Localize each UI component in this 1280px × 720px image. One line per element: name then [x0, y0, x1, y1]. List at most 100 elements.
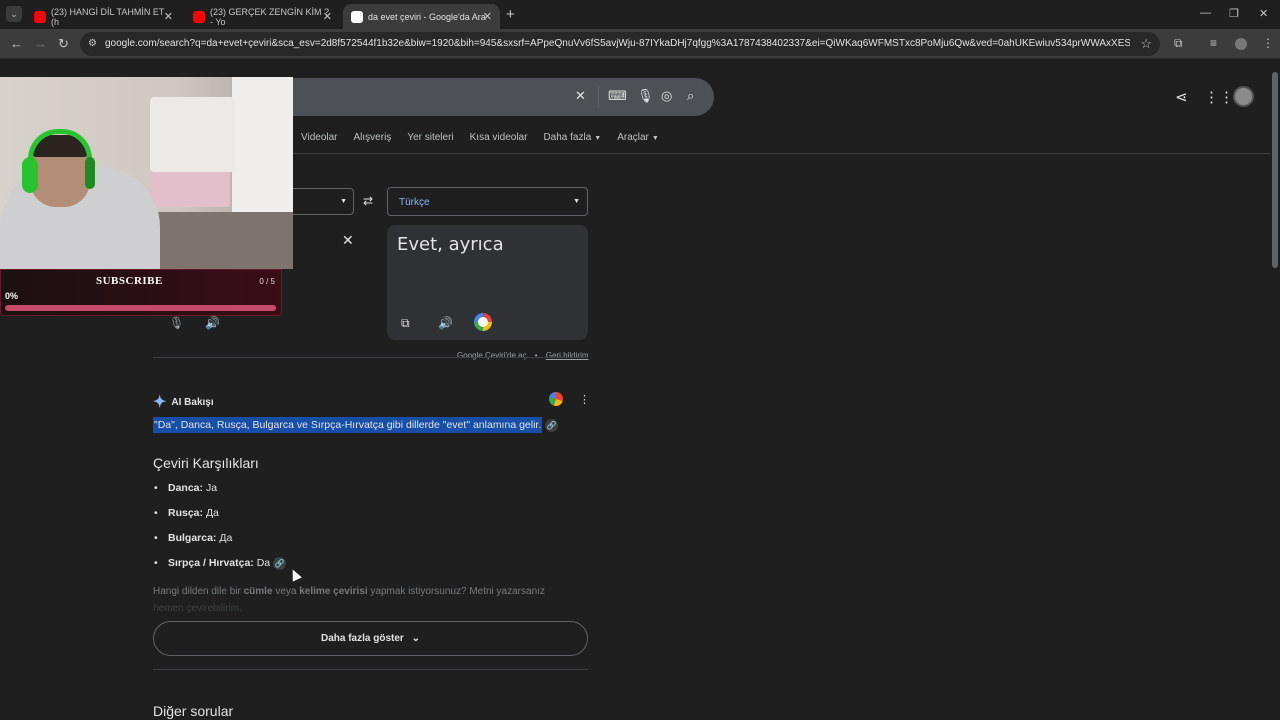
divider — [598, 86, 599, 108]
divider — [153, 669, 588, 670]
microphone-icon[interactable]: 🎙 — [637, 88, 654, 104]
list-item: Sırpça / Hırvatça: Da🔗 — [153, 557, 287, 582]
headset-icon — [22, 157, 38, 193]
subscribe-progress-bar — [5, 305, 276, 311]
filter-places[interactable]: Yer siteleri — [407, 132, 453, 143]
tab-youtube-2[interactable]: (23) GERÇEK ZENGİN KİM ? - Yo ✕ — [185, 4, 340, 29]
media-control-icon[interactable]: ≡ — [1210, 36, 1217, 50]
extensions-icon[interactable]: ⧉ — [1174, 36, 1183, 51]
close-window-icon[interactable]: ✕ — [1259, 7, 1268, 20]
bookmark-star-icon[interactable]: ☆ — [1140, 36, 1152, 52]
google-icon — [351, 10, 363, 23]
tab-youtube-1[interactable]: (23) HANGİ DİL TAHMİN ET (h ✕ — [26, 4, 181, 29]
faded-followup-text-2: hemen çevirebilirim. — [153, 603, 242, 614]
profile-avatar[interactable] — [1235, 38, 1247, 50]
google-icon[interactable] — [474, 313, 492, 331]
show-more-button[interactable]: Daha fazla göster ⌄ — [153, 621, 588, 656]
search-filters: Videolar Alışveriş Yer siteleri Kısa vid… — [301, 132, 659, 143]
url-text[interactable]: google.com/search?q=da+evet+çeviri&sca_e… — [105, 38, 1130, 49]
separator-dot: • — [534, 351, 538, 360]
keyboard-icon[interactable]: ⌨ — [608, 88, 627, 104]
filter-short-videos[interactable]: Kısa videolar — [470, 132, 528, 143]
account-avatar[interactable] — [1233, 86, 1254, 107]
new-tab-icon[interactable]: + — [506, 6, 515, 23]
translation-output: Evet, ayrıca ⧉ 🔊 — [387, 225, 588, 340]
address-toolbar: ← → ↻ ⚙ google.com/search?q=da+evet+çevi… — [0, 29, 1280, 59]
divider — [153, 357, 588, 358]
site-info-icon[interactable]: ⚙ — [88, 38, 97, 49]
target-language-select[interactable]: Türkçe ▼ — [387, 187, 588, 216]
speaker-icon[interactable]: 🔊 — [438, 316, 453, 330]
tab-google-search[interactable]: da evet çeviri - Google'da Ara ✕ — [343, 4, 500, 29]
tab-strip: ⌄ (23) HANGİ DİL TAHMİN ET (h ✕ (23) GER… — [0, 0, 1280, 29]
feedback-link[interactable]: Geri bildirim — [546, 351, 589, 360]
menu-kebab-icon[interactable]: ⋮ — [1262, 36, 1274, 50]
ai-source-logo-icon[interactable] — [549, 392, 563, 406]
back-icon[interactable]: ← — [10, 36, 23, 51]
youtube-icon — [193, 10, 205, 23]
search-icon[interactable]: ⌕ — [687, 88, 694, 104]
translated-word: Da — [256, 557, 271, 569]
language-name: Bulgarca: — [168, 532, 217, 544]
restore-icon[interactable]: ❐ — [1229, 7, 1239, 20]
open-in-translate-link[interactable]: Google Çeviri'de aç — [457, 351, 527, 360]
filter-more[interactable]: Daha fazla ▼ — [543, 132, 601, 143]
link-icon[interactable]: 🔗 — [273, 557, 287, 570]
filter-more-label: Daha fazla — [543, 132, 592, 143]
subscribe-percent: 0% — [5, 291, 19, 301]
translate-footer: Google Çeviri'de aç • Geri bildirim — [457, 351, 589, 360]
translated-word: Да — [205, 507, 219, 519]
tab-search-icon[interactable]: ⌄ — [6, 6, 22, 22]
webcam-overlay — [0, 77, 293, 269]
clear-input-icon[interactable]: ✕ — [342, 232, 354, 249]
webcam-bed — [150, 172, 230, 207]
share-icon[interactable]: ⋖ — [1175, 88, 1188, 106]
language-name: Sırpça / Hırvatça: — [168, 557, 254, 569]
minimize-icon[interactable]: — — [1200, 7, 1211, 19]
filter-shopping[interactable]: Alışveriş — [354, 132, 392, 143]
microphone-icon[interactable]: 🎙 — [169, 316, 184, 330]
tab-title: da evet çeviri - Google'da Ara — [368, 11, 486, 22]
list-item: Bulgarca: Да — [153, 532, 286, 557]
close-tab-icon[interactable]: ✕ — [323, 10, 332, 23]
ai-summary-text: "Da", Danca, Rusça, Bulgarca ve Sırpça-H… — [153, 417, 543, 433]
lens-icon[interactable]: ◎ — [661, 88, 672, 104]
translation-text: Evet, ayrıca — [397, 234, 504, 255]
subscribe-label: SUBSCRIBE — [96, 275, 163, 287]
headset-earcup — [85, 157, 95, 189]
show-more-label: Daha fazla göster — [321, 633, 404, 644]
link-icon[interactable]: 🔗 — [545, 419, 559, 432]
language-name: Danca: — [168, 482, 204, 494]
ai-overview-title: AI Bakışı — [171, 396, 214, 408]
scrollbar-thumb[interactable] — [1272, 72, 1278, 268]
copy-icon[interactable]: ⧉ — [401, 316, 410, 331]
faded-text: yapmak istiyorsunuz? Metni yazarsanız — [370, 586, 545, 597]
ai-summary: "Da", Danca, Rusça, Bulgarca ve Sırpça-H… — [153, 417, 559, 433]
faded-text: Hangi dilden dile bir — [153, 586, 241, 597]
more-options-icon[interactable]: ⋮ — [579, 393, 590, 406]
faded-text: veya — [275, 586, 297, 597]
source-language-select[interactable]: ▼ — [290, 188, 354, 215]
close-tab-icon[interactable]: ✕ — [164, 10, 173, 23]
language-name: Rusça: — [168, 507, 204, 519]
clear-search-icon[interactable]: ✕ — [575, 88, 586, 104]
close-tab-icon[interactable]: ✕ — [483, 10, 492, 23]
filter-videos[interactable]: Videolar — [301, 132, 338, 143]
caret-down-icon: ▼ — [594, 135, 602, 142]
omnibox[interactable]: ⚙ google.com/search?q=da+evet+çeviri&sca… — [80, 32, 1160, 56]
apps-grid-icon[interactable]: ⋮⋮ — [1204, 88, 1234, 106]
reload-icon[interactable]: ↻ — [58, 36, 69, 52]
target-language-label: Türkçe — [399, 197, 430, 208]
swap-languages-icon[interactable]: ⇄ — [363, 194, 373, 208]
speaker-icon[interactable]: 🔊 — [205, 316, 220, 330]
tab-title: (23) HANGİ DİL TAHMİN ET (h — [51, 6, 165, 27]
list-item: Rusça: Да — [153, 507, 286, 532]
forward-icon[interactable]: → — [34, 36, 47, 51]
caret-down-icon: ▼ — [340, 198, 347, 205]
translated-word: Ja — [205, 482, 218, 494]
faded-text-bold: kelime çevirisi — [299, 586, 368, 597]
faded-text-bold: cümle — [243, 586, 273, 597]
caret-down-icon: ▼ — [651, 135, 659, 142]
translated-word: Да — [219, 532, 233, 544]
filter-tools[interactable]: Araçlar ▼ — [617, 132, 659, 143]
